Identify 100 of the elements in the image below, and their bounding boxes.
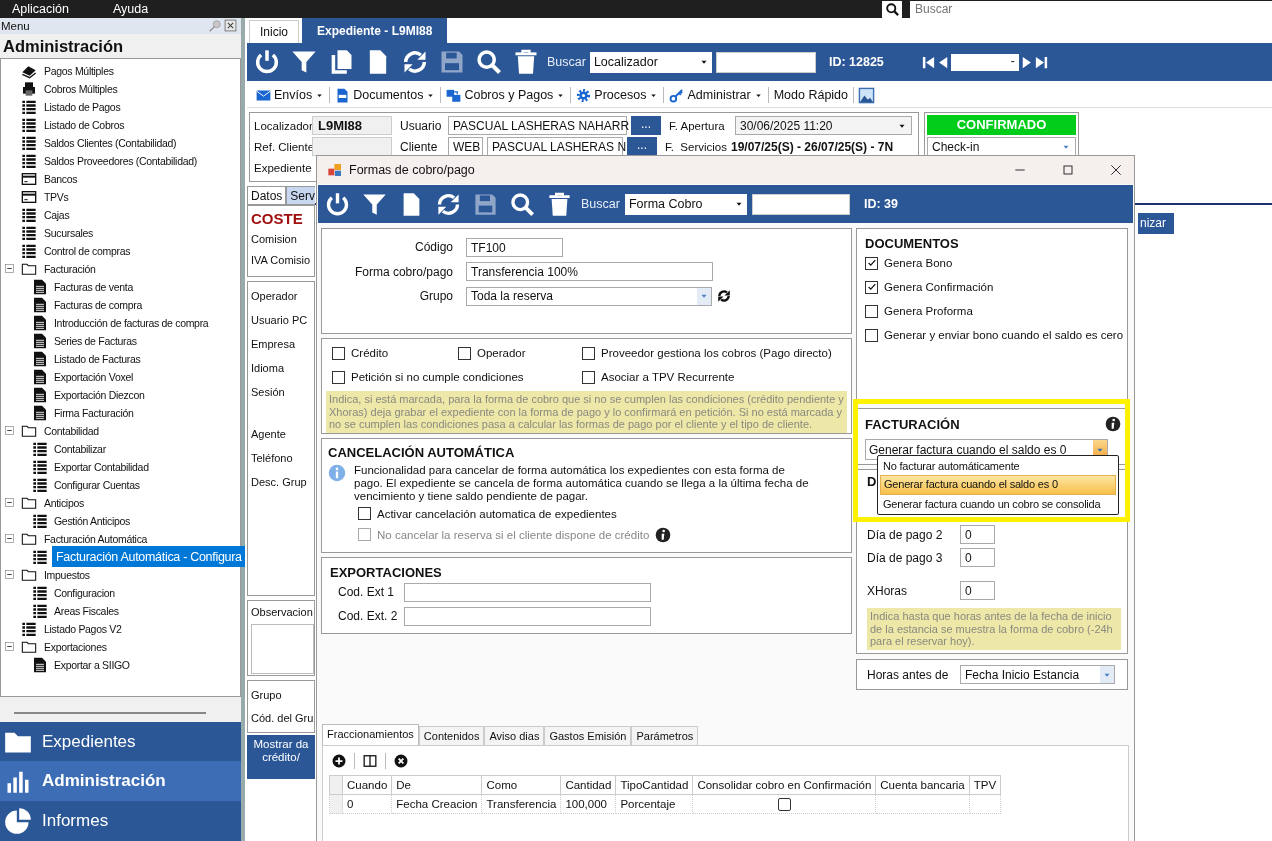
maximize-icon[interactable]: [1060, 162, 1076, 178]
collapse-icon[interactable]: [4, 569, 15, 581]
last-record-icon[interactable]: [1033, 54, 1049, 70]
checkbox[interactable]: [865, 280, 878, 294]
tree-item[interactable]: Facturación: [42, 261, 98, 276]
checkbox[interactable]: [865, 256, 878, 270]
search-field[interactable]: [715, 51, 816, 73]
tree-item[interactable]: Series de Facturas: [52, 333, 139, 348]
tree-item[interactable]: Exportación Diezcon: [52, 387, 147, 402]
tree-item[interactable]: Areas Fiscales: [52, 603, 121, 618]
remove-icon[interactable]: [394, 754, 408, 768]
input-field[interactable]: [404, 582, 651, 602]
checkbox[interactable]: [582, 346, 595, 360]
tree-item[interactable]: Introducción de facturas de compra: [52, 315, 211, 330]
tree-item[interactable]: Saldos Clientes (Contabilidad): [42, 135, 179, 150]
search-button[interactable]: [882, 0, 902, 18]
input-field[interactable]: 0: [960, 548, 995, 567]
tree-item[interactable]: Cobros Múltiples: [42, 81, 120, 96]
collapse-icon[interactable]: [4, 263, 15, 275]
nav-button[interactable]: Informes: [0, 801, 241, 841]
picture-icon[interactable]: [858, 86, 876, 104]
input-field[interactable]: 0: [960, 525, 995, 544]
close-icon[interactable]: [224, 19, 237, 33]
search-field[interactable]: Buscar: [910, 0, 1272, 18]
tree-item[interactable]: Control de compras: [42, 243, 133, 258]
collapse-icon[interactable]: [4, 641, 15, 653]
client-ref-field[interactable]: [312, 137, 392, 156]
toolbar-menu[interactable]: Administrar: [668, 87, 764, 103]
tab[interactable]: Serv: [286, 186, 315, 205]
info-icon[interactable]: [1105, 416, 1121, 432]
column-header[interactable]: Cuenta bancaria: [875, 775, 970, 795]
tree-item[interactable]: Listado Pagos V2: [42, 621, 124, 636]
tab[interactable]: Aviso dias: [484, 726, 545, 745]
tree-item[interactable]: Saldos Proveedores (Contabilidad): [42, 153, 199, 168]
tree-item[interactable]: Exportaciones: [42, 639, 109, 654]
nav-button[interactable]: Expedientes: [0, 721, 241, 762]
checkbox[interactable]: [332, 370, 345, 384]
column-header[interactable]: TPV: [969, 775, 1001, 795]
tree-item[interactable]: Sucursales: [42, 225, 95, 240]
toolbar-menu[interactable]: Procesos: [575, 87, 660, 103]
search-field[interactable]: [751, 193, 850, 215]
tree-item[interactable]: Cajas: [42, 207, 72, 222]
tree-item[interactable]: Anticipos: [42, 495, 86, 510]
input-field[interactable]: [404, 606, 651, 626]
checkbox[interactable]: [358, 507, 371, 520]
collapse-icon[interactable]: [4, 497, 15, 509]
checkbox[interactable]: [582, 370, 595, 384]
tree-item[interactable]: Facturación Automática - Configura: [52, 546, 245, 568]
tree-item[interactable]: Facturas de venta: [52, 279, 135, 294]
tab[interactable]: Expediente - L9MI88: [302, 18, 448, 43]
checkbox[interactable]: [332, 346, 345, 360]
columns-icon[interactable]: [363, 754, 377, 768]
user-field[interactable]: PASCUAL LASHERAS NAHARR: [448, 116, 627, 135]
tree-item[interactable]: Exportar a SIIGO: [52, 657, 132, 672]
toolbar-menu[interactable]: Documentos: [334, 87, 437, 103]
tree-item[interactable]: Exportación Voxel: [52, 369, 135, 384]
close-icon[interactable]: [1108, 162, 1124, 178]
column-header[interactable]: Cantidad: [560, 775, 616, 795]
search-by-select[interactable]: Forma Cobro: [624, 193, 747, 215]
checkbox[interactable]: [865, 304, 878, 318]
collapse-icon[interactable]: [4, 533, 15, 545]
tree-item[interactable]: Bancos: [42, 171, 80, 186]
tree-item[interactable]: Firma Facturación: [52, 405, 136, 420]
tree-item[interactable]: Exportar Contabilidad: [52, 459, 151, 474]
checkbox[interactable]: [458, 346, 471, 360]
tree-item[interactable]: Configuracion: [52, 585, 117, 600]
tab[interactable]: Contenidos: [418, 726, 485, 745]
action-button[interactable]: nizar: [1138, 213, 1174, 234]
dropdown-option[interactable]: Generar factura cuando el saldo es 0: [880, 475, 1116, 495]
tab[interactable]: Fraccionamientos: [322, 724, 419, 745]
column-header[interactable]: TipoCantidad: [615, 775, 693, 795]
record-field[interactable]: -: [950, 53, 1019, 71]
collapse-icon[interactable]: [4, 425, 15, 437]
toolbar-menu[interactable]: Cobros y Pagos: [445, 87, 567, 103]
date-reference-select[interactable]: Fecha Inicio Estancia: [960, 665, 1115, 684]
dropdown-option[interactable]: Generar factura cuando un cobro se consolida: [880, 495, 1116, 513]
tree-item[interactable]: Configurar Cuentas: [52, 477, 142, 492]
column-header[interactable]: De: [391, 775, 482, 795]
browse-button[interactable]: ...: [631, 116, 661, 135]
tree-item[interactable]: TPVs: [42, 189, 71, 204]
refresh-icon[interactable]: [401, 48, 429, 76]
group-select[interactable]: Toda la reserva: [466, 286, 712, 306]
trash-icon[interactable]: [546, 190, 573, 218]
tree-item[interactable]: Impuestos: [42, 567, 92, 582]
tab[interactable]: Inicio: [249, 20, 299, 43]
input-field[interactable]: TF100: [466, 237, 563, 257]
date-field[interactable]: 30/06/2025 11:20: [735, 116, 912, 135]
tree-item[interactable]: Gestión Anticipos: [52, 513, 133, 528]
tree-item[interactable]: Listado de Cobros: [42, 117, 127, 132]
tab[interactable]: Parámetros: [631, 726, 699, 745]
checkbox[interactable]: [777, 797, 791, 811]
toolbar-menu[interactable]: Modo Rápido: [772, 88, 850, 102]
tab[interactable]: Gastos Emisión: [544, 726, 632, 745]
notes-field[interactable]: [251, 624, 314, 674]
checkbox[interactable]: [865, 328, 878, 342]
column-header[interactable]: Cuando: [342, 775, 392, 795]
nav-button[interactable]: Administración: [0, 761, 241, 802]
show-data-button[interactable]: Mostrar da crédito/: [247, 735, 315, 779]
menu-item[interactable]: Aplicación: [0, 2, 81, 16]
tree-item[interactable]: Listado de Pagos: [42, 99, 123, 114]
